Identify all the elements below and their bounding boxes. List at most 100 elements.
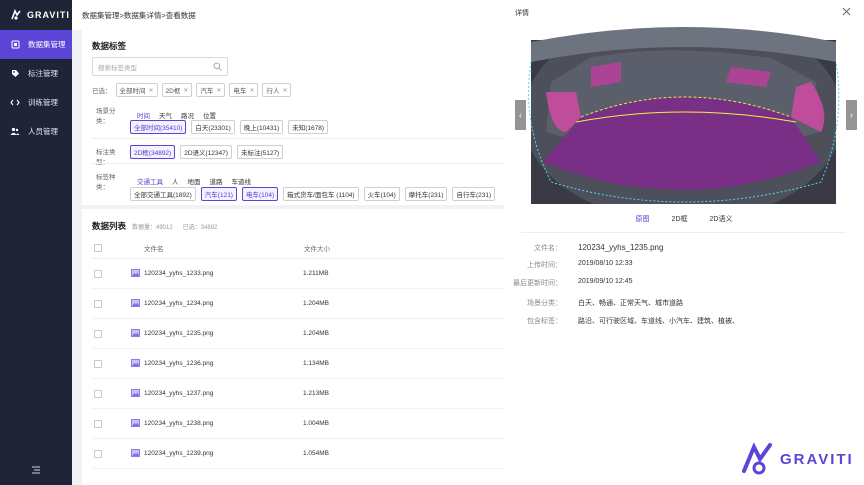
previous-image-button[interactable]: ‹ <box>515 100 526 130</box>
file-size: 1.004MB <box>303 420 330 427</box>
table-row[interactable]: 120234_yyhs_1238.png 1.004MB <box>92 409 504 439</box>
close-icon[interactable]: ✕ <box>282 87 287 94</box>
category-label: 标签种类： <box>96 174 116 191</box>
search-icon[interactable] <box>213 62 222 71</box>
category-value-tag[interactable]: 摩托车(231) <box>404 187 448 201</box>
scene-label: 场景分类： <box>96 108 116 125</box>
row-checkbox[interactable] <box>94 299 102 308</box>
close-icon[interactable]: ✕ <box>216 87 221 94</box>
sidebar-item-datasets[interactable]: 数据集管理 <box>0 30 72 59</box>
field-value: 路沿、可行驶区域、车道线、小汽车、建筑、植被、 <box>578 318 739 325</box>
scene-option-location[interactable]: 位置 <box>203 110 216 120</box>
annotation-value-tag[interactable]: 2D框(34892) <box>130 145 176 159</box>
main-content: 数据标签 搜索标签类型 已选： 全部时间 ✕ 2D框 ✕ 汽车 ✕ 电车 ✕ 行人 ✕ 场… <box>82 30 504 485</box>
row-checkbox[interactable] <box>94 269 102 278</box>
category-option-ground[interactable]: 地面 <box>188 176 201 186</box>
data-tags-panel: 数据标签 搜索标签类型 已选： 全部时间 ✕ 2D框 ✕ 汽车 ✕ 电车 ✕ 行人 ✕ 场… <box>82 30 504 205</box>
table-row[interactable]: 120234_yyhs_1239.png 1.054MB <box>92 439 504 469</box>
table-row[interactable]: 120234_yyhs_1235.png 1.204MB <box>92 319 504 349</box>
selected-chip[interactable]: 汽车 ✕ <box>196 83 226 97</box>
field-label: 场景分类： <box>527 300 562 307</box>
category-option-road[interactable]: 道路 <box>210 176 223 186</box>
table-row[interactable]: 120234_yyhs_1236.png 1.134MB <box>92 349 504 379</box>
selected-chip[interactable]: 2D框 ✕ <box>161 83 193 97</box>
sidebar-item-training[interactable]: 训练管理 <box>0 88 72 117</box>
table-row[interactable]: 120234_yyhs_1234.png 1.204MB <box>92 289 504 319</box>
sidebar-item-label: 人员管理 <box>28 127 58 136</box>
annotation-value-tag[interactable]: 未标注(5127) <box>236 145 284 159</box>
table-row[interactable]: 120234_yyhs_1237.png 1.213MB <box>92 379 504 409</box>
category-option-people[interactable]: 人 <box>172 176 179 186</box>
tag-icon <box>10 69 20 79</box>
category-option-vehicles[interactable]: 交通工具 <box>137 176 163 186</box>
tab-2d-box[interactable]: 2D框 <box>672 214 688 224</box>
fisheye-parking-image <box>521 22 846 204</box>
sidebar: GRAVITI 数据集管理 标注管理 训练管理 人员管理 <box>0 0 72 485</box>
annotation-values: 2D框(34892) 2D语义(12347) 未标注(5127) <box>130 145 284 159</box>
sidebar-item-annotations[interactable]: 标注管理 <box>0 59 72 88</box>
scene-value-tag[interactable]: 白天(23301) <box>191 120 235 134</box>
collapse-menu-icon[interactable] <box>31 465 41 475</box>
selected-tags: 已选： 全部时间 ✕ 2D框 ✕ 汽车 ✕ 电车 ✕ 行人 ✕ <box>92 83 292 97</box>
chip-label: 全部时间 <box>119 88 146 95</box>
divider <box>92 138 504 139</box>
file-size: 1.211MB <box>303 270 329 277</box>
tab-original[interactable]: 原图 <box>636 214 650 224</box>
brand-logo[interactable]: GRAVITI <box>0 0 72 30</box>
selected-chip[interactable]: 电车 ✕ <box>229 83 259 97</box>
field-value: 2019/09/10 12:45 <box>578 278 633 285</box>
category-value-tag[interactable]: 火车(104) <box>363 187 400 201</box>
scene-option-weather[interactable]: 天气 <box>159 110 172 120</box>
chevron-left-icon: ‹ <box>519 110 522 120</box>
close-icon[interactable] <box>842 7 851 16</box>
sidebar-item-users[interactable]: 人员管理 <box>0 117 72 146</box>
chevron-right-icon: › <box>850 110 853 120</box>
next-image-button[interactable]: › <box>846 100 857 130</box>
row-checkbox[interactable] <box>94 419 102 428</box>
image-preview[interactable] <box>521 22 846 204</box>
category-values: 全部交通工具(1892) 汽车(121) 电车(104) 箱式货车/面包车 (1… <box>130 187 496 201</box>
category-value-tag[interactable]: 汽车(121) <box>200 187 237 201</box>
selected-count: 已选：34892 <box>182 225 218 231</box>
row-checkbox[interactable] <box>94 449 102 458</box>
row-checkbox[interactable] <box>94 359 102 368</box>
row-checkbox[interactable] <box>94 389 102 398</box>
field-value: 白天、畅通、正常天气、城市道路 <box>578 300 683 307</box>
category-value-tag[interactable]: 自行车(231) <box>452 187 496 201</box>
select-all-checkbox[interactable] <box>94 243 102 252</box>
table-row[interactable]: 120234_yyhs_1233.png 1.211MB <box>92 259 504 289</box>
close-icon[interactable]: ✕ <box>183 87 188 94</box>
scene-values: 全部时间(35410) 白天(23301) 晚上(10431) 未知(1678) <box>130 120 329 134</box>
tab-2d-semantic[interactable]: 2D语义 <box>710 214 733 224</box>
scene-value-tag[interactable]: 全部时间(35410) <box>130 120 187 134</box>
graviti-logo-icon <box>11 9 21 20</box>
category-value-tag[interactable]: 电车(104) <box>241 187 279 201</box>
close-icon[interactable]: ✕ <box>249 87 254 94</box>
scene-value-tag[interactable]: 晚上(10431) <box>239 120 284 134</box>
close-icon[interactable]: ✕ <box>149 87 154 94</box>
selected-chip[interactable]: 行人 ✕ <box>262 83 292 97</box>
selected-chip[interactable]: 全部时间 ✕ <box>115 83 158 97</box>
tag-search-input[interactable]: 搜索标签类型 <box>92 57 228 76</box>
breadcrumb-text[interactable]: 数据集管理>数据集详情>查看数据 <box>82 10 196 21</box>
category-value-tag[interactable]: 全部交通工具(1892) <box>130 187 196 201</box>
row-checkbox[interactable] <box>94 329 102 338</box>
code-icon <box>10 98 20 108</box>
scene-value-tag[interactable]: 未知(1678) <box>288 120 329 134</box>
scene-option-time[interactable]: 时间 <box>137 110 150 120</box>
brand-name: GRAVITI <box>780 450 854 468</box>
file-size: 1.134MB <box>303 360 330 367</box>
category-value-tag[interactable]: 箱式货车/面包车 (1104) <box>283 187 359 201</box>
file-name: 120234_yyhs_1239.png <box>144 450 214 457</box>
column-header-filename[interactable]: 文件名 <box>144 243 164 253</box>
annotation-value-tag[interactable]: 2D语义(12347) <box>180 145 232 159</box>
scene-option-road[interactable]: 路况 <box>181 110 194 120</box>
database-icon <box>10 40 20 50</box>
file-name: 120234_yyhs_1238.png <box>144 420 214 427</box>
chip-label: 汽车 <box>200 88 214 95</box>
data-list-panel: 数据列表 数据量：49012 已选：34892 文件名 文件大小 120234_… <box>82 209 504 485</box>
users-icon <box>10 127 20 137</box>
category-option-lane[interactable]: 车道线 <box>232 176 252 186</box>
column-header-filesize[interactable]: 文件大小 <box>304 243 330 253</box>
list-meta: 数据量：49012 已选：34892 <box>132 222 217 231</box>
